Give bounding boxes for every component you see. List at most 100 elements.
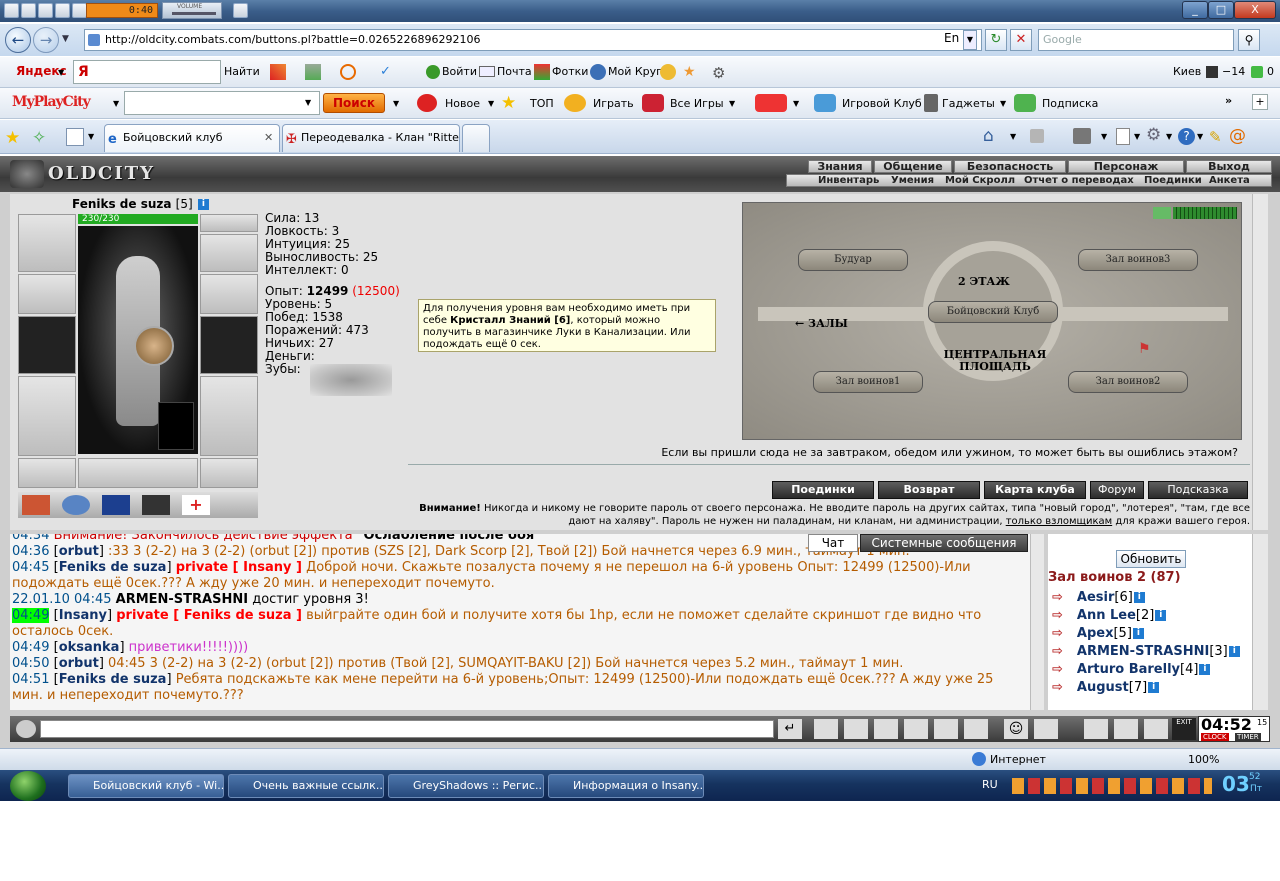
bracers-slot[interactable] (18, 274, 76, 314)
submenu-skills[interactable]: Умения (891, 175, 934, 186)
map-floor-2[interactable]: 2 ЭТАЖ (958, 275, 1010, 288)
print-icon[interactable] (1073, 128, 1091, 144)
zoom-level[interactable]: 100% (1188, 753, 1219, 766)
user-row[interactable]: ⇨ Arturo Barelly[4] i (1048, 662, 1211, 680)
amulet-slot[interactable] (200, 234, 258, 272)
close-tab-icon[interactable]: ✕ (264, 131, 273, 144)
yandex-search-input[interactable]: Я (73, 60, 221, 84)
user-name[interactable]: Ann Lee (1077, 608, 1136, 623)
tab-list-dropdown-icon[interactable]: ▼ (88, 132, 94, 141)
map-warriors-hall-1[interactable]: Зал воинов1 (813, 371, 923, 393)
log-icon[interactable] (874, 719, 898, 739)
smiley-icon[interactable]: ☺ (1004, 719, 1028, 739)
page-dropdown-icon[interactable]: ▼ (1134, 132, 1140, 141)
chat-level-up-nick[interactable]: ARMEN-STRASHNI (116, 592, 248, 607)
mpc-all-games[interactable]: Все Игры (670, 97, 724, 110)
user-info-icon[interactable]: i (1228, 646, 1240, 657)
add-toolbar-icon[interactable]: + (1252, 94, 1268, 110)
map-halls[interactable]: ← ЗАЛЫ (795, 317, 848, 330)
user-row[interactable]: ⇨ Ann Lee[2] i (1048, 608, 1167, 626)
menu-communication[interactable]: Общение (874, 160, 952, 173)
chat-private-tag[interactable]: private [ Insany ] (176, 560, 302, 575)
maximize-button[interactable]: □ (1208, 1, 1234, 19)
run-icon[interactable] (904, 719, 928, 739)
refresh-icon[interactable]: ↻ (985, 29, 1007, 51)
task-insany-info[interactable]: Информация о Insany... (548, 774, 704, 798)
mpc-subscribe[interactable]: Подписка (1042, 97, 1098, 110)
user-row[interactable]: ⇨ ARMEN-STRASHNI[3] i (1048, 644, 1240, 662)
chat-message-input[interactable] (40, 720, 774, 738)
chat-nick[interactable]: Insany (59, 608, 107, 623)
gloves-slot[interactable] (200, 274, 258, 314)
mpc-gadgets[interactable]: Гаджеты (942, 97, 995, 110)
sound-icon[interactable] (964, 719, 988, 739)
user-row[interactable]: ⇨ Apex[5] i (1048, 626, 1144, 644)
tray-icons[interactable] (1012, 778, 1212, 794)
new-tab-button[interactable] (462, 124, 490, 152)
menu-knowledge[interactable]: Знания (808, 160, 872, 173)
task-fight-club[interactable]: Бойцовский клуб - Wi... (68, 774, 224, 798)
tools-dropdown-icon[interactable]: ▼ (1166, 132, 1172, 141)
task-greyshadows[interactable]: GreyShadows :: Регис... (388, 774, 544, 798)
user-info-icon[interactable]: i (1132, 628, 1144, 639)
myplaycity-search-dropdown[interactable]: ▼ (305, 98, 311, 107)
new-dropdown-icon[interactable]: ▼ (488, 99, 494, 108)
map-warriors-hall-2[interactable]: Зал воинов2 (1068, 371, 1188, 393)
user-name[interactable]: ARMEN-STRASHNI (1077, 644, 1209, 659)
mpc-game-club[interactable]: Игровой Клуб (842, 97, 922, 110)
chat-bubble-icon[interactable] (340, 64, 356, 80)
chat-nick[interactable]: oksanka (59, 640, 120, 655)
game-scrollbar[interactable] (1252, 194, 1268, 530)
mpc-new[interactable]: Новое (445, 97, 480, 110)
help-dropdown-icon[interactable]: ▼ (1197, 132, 1203, 141)
heal-item-icon[interactable]: + (182, 495, 210, 515)
timer-label[interactable]: TIMER (1235, 733, 1261, 741)
user-name[interactable]: Aesir (1077, 590, 1114, 605)
help-icon[interactable]: ? (1178, 128, 1195, 145)
emotes-icon[interactable] (1034, 719, 1058, 739)
lock-icon[interactable] (1144, 719, 1168, 739)
weapon-slot[interactable] (18, 316, 76, 374)
add-favorites-icon[interactable]: ✧ (32, 128, 46, 148)
submenu-transfers[interactable]: Отчет о переводах (1024, 175, 1134, 186)
prev-icon[interactable] (4, 3, 19, 18)
chat-tab[interactable]: Чат (808, 534, 858, 552)
users-scrollbar[interactable] (1252, 534, 1268, 710)
chat-mode-icon[interactable] (16, 720, 36, 738)
map-boudoir[interactable]: Будуар (798, 249, 908, 271)
bag-icon[interactable] (1084, 719, 1108, 739)
myplaycity-search-button[interactable]: Поиск (323, 93, 385, 113)
close-window-button[interactable]: X (1234, 1, 1276, 19)
url-input[interactable]: http://oldcity.combats.com/buttons.pl?ba… (84, 29, 982, 51)
quick-tabs-icon[interactable] (66, 128, 84, 146)
minimize-button[interactable]: _ (1182, 1, 1208, 19)
system-messages-tab[interactable]: Системные сообщения (860, 534, 1028, 552)
private-arrow-icon[interactable]: ⇨ (1052, 662, 1063, 677)
private-arrow-icon[interactable]: ⇨ (1052, 608, 1063, 623)
submenu-profile[interactable]: Анкета (1209, 175, 1250, 186)
at-sign-icon[interactable]: @ (1229, 126, 1246, 146)
chat-nick[interactable]: orbut (59, 544, 99, 559)
mpc-play[interactable]: Играть (593, 97, 634, 110)
character-info-icon[interactable]: i (197, 199, 209, 210)
helmet-slot[interactable] (18, 214, 76, 272)
map-fight-club[interactable]: Бойцовский Клуб (928, 301, 1058, 323)
send-icon[interactable]: ↵ (778, 719, 802, 739)
myplaycity-menu-icon[interactable]: ▼ (113, 99, 119, 108)
search-icon[interactable]: ⚲ (1238, 29, 1260, 51)
forum-button[interactable]: Форум (1090, 481, 1144, 499)
mpc-top[interactable]: ТОП (530, 97, 554, 110)
pet-slot[interactable] (158, 402, 194, 450)
tab-dressing-room[interactable]: Переодевалка - Клан "Ritte... (282, 124, 460, 152)
armor-slot[interactable] (18, 376, 76, 456)
chat-scrollbar[interactable] (1030, 534, 1044, 710)
myplaycity-search-input[interactable] (124, 91, 320, 115)
submenu-inventory[interactable]: Инвентарь (818, 175, 879, 186)
search-input[interactable]: Google (1038, 29, 1234, 51)
start-button[interactable] (10, 771, 46, 801)
all-games-dropdown-icon[interactable]: ▼ (729, 99, 735, 108)
volume-slider[interactable] (172, 12, 216, 15)
user-info-icon[interactable]: i (1155, 610, 1167, 621)
refresh-button[interactable]: Обновить (1116, 550, 1186, 568)
scroll-item-icon[interactable] (22, 495, 50, 515)
